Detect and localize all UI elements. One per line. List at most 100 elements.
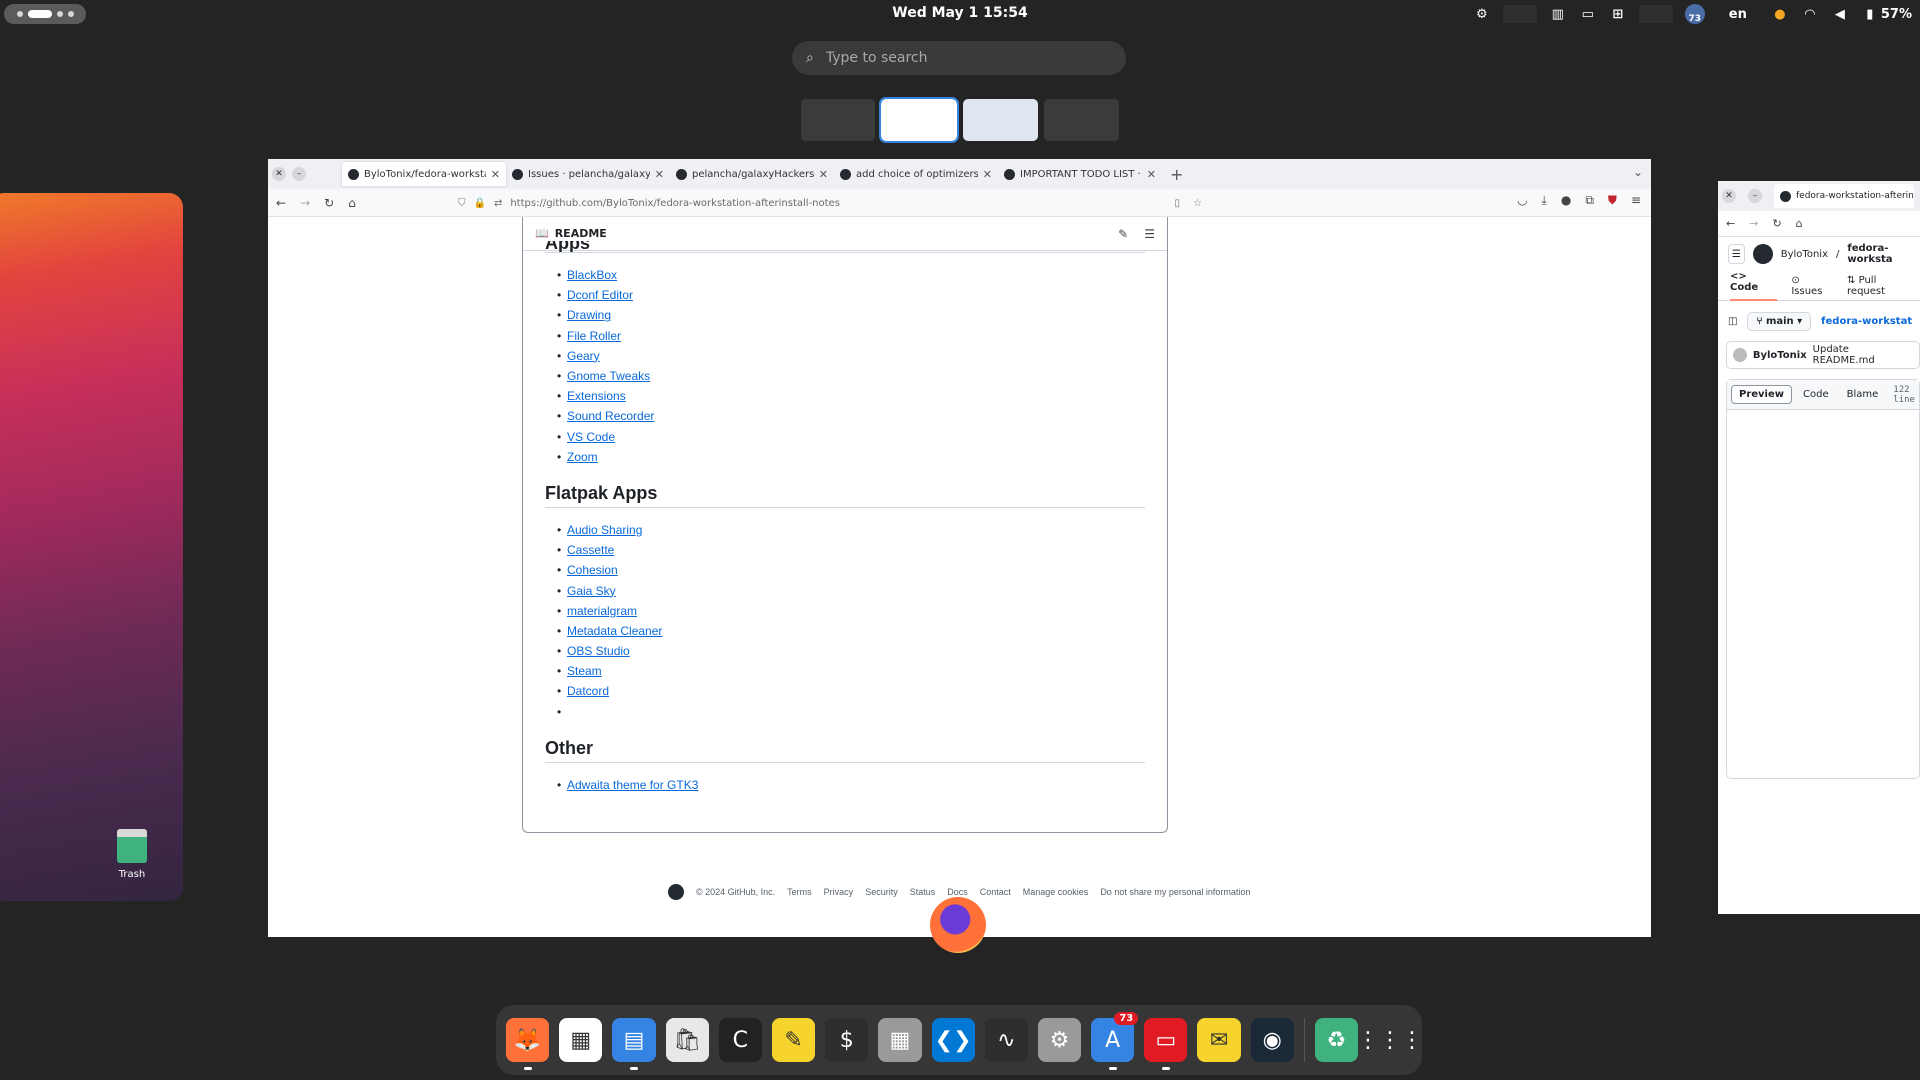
- app-link[interactable]: Steam: [567, 661, 602, 681]
- pocket-icon[interactable]: ◡: [1517, 193, 1527, 208]
- browser-tab[interactable]: pelancha/galaxyHackers ✕: [670, 162, 834, 186]
- settings-dock-icon[interactable]: ⚙: [1037, 1018, 1082, 1062]
- browser-window[interactable]: ✕ – ByloTonix/fedora-workstation ✕ Issue…: [268, 159, 1651, 937]
- close-tab-icon[interactable]: ✕: [983, 168, 992, 181]
- minimize-window-button[interactable]: –: [1748, 189, 1762, 203]
- app-link[interactable]: Drawing: [567, 305, 611, 325]
- home-icon[interactable]: ⌂: [348, 196, 356, 210]
- reload-icon[interactable]: ↻: [324, 196, 334, 210]
- workspace-thumbnail-2[interactable]: [879, 97, 959, 143]
- calculator-dock-icon[interactable]: ▦: [878, 1018, 922, 1062]
- trash-dock-icon[interactable]: ♻: [1314, 1018, 1358, 1062]
- software-dock-icon[interactable]: 🛍: [665, 1018, 709, 1062]
- footer-link[interactable]: Status: [910, 887, 936, 897]
- new-tab-button[interactable]: +: [1170, 165, 1183, 184]
- reader-view-icon[interactable]: ▯: [1174, 198, 1180, 209]
- app-link[interactable]: Cohesion: [567, 560, 618, 580]
- desktop-trash[interactable]: Trash: [112, 829, 152, 880]
- browser-tab[interactable]: Issues · pelancha/galaxyHack ✕: [506, 162, 670, 186]
- downloads-icon[interactable]: ⤓: [1542, 193, 1547, 208]
- app-link[interactable]: Dconf Editor: [567, 285, 633, 305]
- list-tabs-icon[interactable]: ⌄: [1633, 165, 1643, 179]
- cohesion-dock-icon[interactable]: C: [718, 1018, 762, 1062]
- blame-button[interactable]: Blame: [1840, 386, 1886, 403]
- footer-link[interactable]: Do not share my personal information: [1100, 887, 1250, 897]
- calendar-dock-icon[interactable]: ▦: [559, 1018, 603, 1062]
- footer-link[interactable]: Contact: [980, 887, 1011, 897]
- repo-owner[interactable]: ByloTonix: [1781, 249, 1828, 260]
- app-link[interactable]: Zoom: [567, 447, 598, 467]
- bookmark-star-icon[interactable]: ☆: [1193, 198, 1202, 209]
- tab-issues[interactable]: ⊙ Issues: [1791, 275, 1833, 297]
- forward-icon[interactable]: →: [1749, 217, 1758, 230]
- files-dock-icon[interactable]: ▤: [612, 1018, 656, 1070]
- browser-tab[interactable]: fedora-workstation-afterin: [1774, 184, 1914, 208]
- home-icon[interactable]: ⌂: [1796, 217, 1803, 230]
- minimize-window-button[interactable]: –: [292, 167, 306, 181]
- search-input[interactable]: [825, 50, 1086, 66]
- app-link[interactable]: Datcord: [567, 681, 609, 701]
- url-text[interactable]: https://github.com/ByloTonix/fedora-work…: [510, 198, 840, 209]
- tab-code[interactable]: <> Code: [1730, 271, 1778, 301]
- browser-tab[interactable]: ByloTonix/fedora-workstation ✕: [342, 162, 506, 186]
- app-link[interactable]: VS Code: [567, 427, 615, 447]
- app-link[interactable]: Gnome Tweaks: [567, 366, 650, 386]
- footer-link[interactable]: Manage cookies: [1023, 887, 1089, 897]
- app-link[interactable]: Adwaita theme for GTK3: [567, 775, 698, 795]
- app-link[interactable]: Gaia Sky: [567, 581, 616, 601]
- back-icon[interactable]: ←: [1726, 217, 1735, 230]
- close-window-button[interactable]: ✕: [272, 167, 286, 181]
- address-bar[interactable]: ⛉ 🔒 ⇄ https://github.com/ByloTonix/fedor…: [458, 192, 1208, 214]
- code-button[interactable]: Code: [1796, 386, 1836, 403]
- github-logo-icon[interactable]: [668, 884, 684, 900]
- preview-button[interactable]: Preview: [1731, 385, 1793, 404]
- text-editor-dock-icon[interactable]: ✎: [771, 1018, 816, 1062]
- app-link[interactable]: Extensions: [567, 386, 626, 406]
- app-link[interactable]: materialgram: [567, 601, 637, 621]
- activities-button[interactable]: [4, 4, 86, 24]
- app-store-dock-icon[interactable]: A 73: [1091, 1012, 1139, 1070]
- mail-dock-icon[interactable]: ✉: [1197, 1018, 1241, 1062]
- footer-link[interactable]: Terms: [787, 887, 812, 897]
- extension-icon[interactable]: ●: [1561, 193, 1571, 208]
- sidebar-toggle-icon[interactable]: ◫: [1728, 316, 1737, 327]
- search-bar[interactable]: ⌕: [792, 41, 1126, 75]
- notification-avatar[interactable]: 73: [1684, 4, 1705, 24]
- back-icon[interactable]: ←: [276, 196, 286, 210]
- edit-pencil-icon[interactable]: ✎: [1118, 227, 1128, 241]
- outline-list-icon[interactable]: ☰: [1144, 227, 1155, 241]
- close-tab-icon[interactable]: ✕: [491, 168, 500, 181]
- browser-tab[interactable]: add choice of optimizers in m ✕: [834, 162, 998, 186]
- repo-name[interactable]: fedora-worksta: [1847, 243, 1918, 265]
- app-link[interactable]: File Roller: [567, 326, 621, 346]
- tab-pull-requests[interactable]: ⇅ Pull request: [1847, 275, 1916, 297]
- close-window-button[interactable]: ✕: [1722, 189, 1736, 203]
- close-tab-icon[interactable]: ✕: [1147, 168, 1156, 181]
- app-grid-dock-icon[interactable]: ⋮⋮⋮: [1357, 1018, 1423, 1062]
- repo-link[interactable]: fedora-workstat: [1821, 316, 1912, 327]
- commit-author[interactable]: ByloTonix: [1753, 350, 1807, 361]
- github-logo-icon[interactable]: [1752, 244, 1773, 264]
- workspace-thumbnail-4[interactable]: [1044, 99, 1119, 141]
- hamburger-menu-icon[interactable]: ☰: [1728, 244, 1745, 264]
- browser-tab[interactable]: IMPORTANT TODO LIST · Iss ✕: [998, 162, 1162, 186]
- vscode-dock-icon[interactable]: ❮❯: [931, 1018, 975, 1062]
- app-link[interactable]: Metadata Cleaner: [567, 621, 662, 641]
- footer-link[interactable]: Security: [865, 887, 898, 897]
- app-link[interactable]: OBS Studio: [567, 641, 630, 661]
- commit-message[interactable]: Update README.md: [1813, 344, 1913, 366]
- footer-link[interactable]: Privacy: [824, 887, 854, 897]
- system-monitor-dock-icon[interactable]: ∿: [984, 1018, 1028, 1062]
- footer-link[interactable]: Docs: [947, 887, 968, 897]
- ublock-icon[interactable]: ⛊: [1608, 193, 1617, 208]
- keyboard-layout[interactable]: en: [1729, 7, 1747, 22]
- workspace-thumbnail-3[interactable]: [963, 99, 1038, 141]
- app-link[interactable]: BlackBox: [567, 265, 617, 285]
- reload-icon[interactable]: ↻: [1772, 217, 1781, 230]
- app-link[interactable]: Sound Recorder: [567, 406, 654, 426]
- cassette-dock-icon[interactable]: ▭: [1144, 1018, 1188, 1070]
- forward-icon[interactable]: →: [300, 196, 310, 210]
- app-link[interactable]: Geary: [567, 346, 600, 366]
- workspace-thumbnail-1[interactable]: [801, 99, 875, 141]
- steam-dock-icon[interactable]: ◉: [1250, 1018, 1294, 1062]
